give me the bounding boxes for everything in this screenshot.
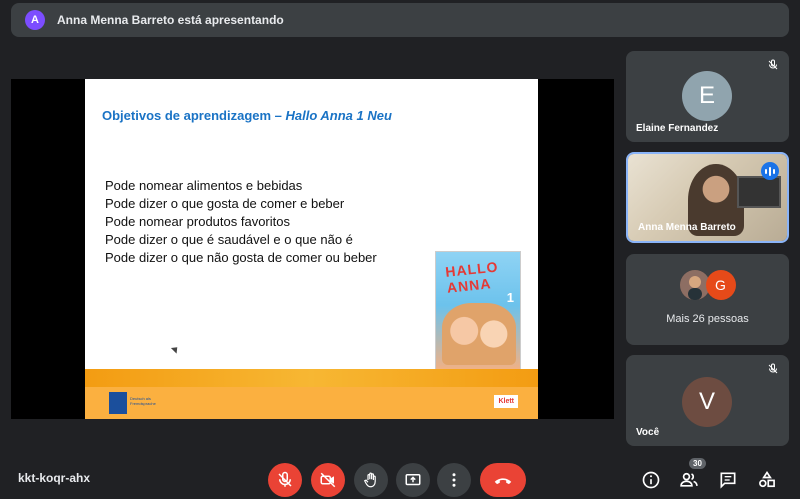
present-screen-button[interactable] <box>396 463 430 497</box>
mic-toggle-button[interactable] <box>268 463 302 497</box>
slide-footer: Deutsch als Fremdsprache Klett <box>85 387 538 419</box>
camera-off-icon <box>320 472 336 488</box>
more-avatars: G <box>679 270 736 300</box>
presenting-banner: A Anna Menna Barreto está apresentando <box>11 3 789 37</box>
participant-name: Você <box>636 427 660 438</box>
book-cover-photo <box>442 303 516 365</box>
mic-off-icon <box>768 363 778 374</box>
people-button[interactable] <box>678 469 700 491</box>
slide-title: Objetivos de aprendizagem – Hallo Anna 1… <box>102 108 392 123</box>
slide-title-italic: Hallo Anna 1 Neu <box>285 108 392 123</box>
meeting-code: kkt-koqr-ahx <box>18 471 91 485</box>
footer-logo: Deutsch als Fremdsprache <box>109 392 163 414</box>
camera-toggle-button[interactable] <box>311 463 345 497</box>
raise-hand-icon <box>363 472 376 488</box>
book-cover-image: HALLO ANNA 1 <box>435 251 521 372</box>
chat-button[interactable] <box>717 469 739 491</box>
raise-hand-button[interactable] <box>354 463 388 497</box>
list-item: Pode nomear produtos favoritos <box>105 214 290 229</box>
avatar: V <box>682 377 732 427</box>
people-icon <box>680 472 698 487</box>
more-people-label: Mais 26 pessoas <box>666 313 749 325</box>
avatar: E <box>682 71 732 121</box>
people-count-badge: 30 <box>689 458 706 469</box>
publisher-logo: Klett <box>494 395 518 408</box>
participant-tile-anna[interactable]: Anna Menna Barreto <box>626 152 789 243</box>
participant-name: Elaine Fernandez <box>636 123 719 134</box>
more-vert-icon <box>452 473 456 487</box>
slide-orange-stripe <box>85 369 538 387</box>
shared-slide: Objetivos de aprendizagem – Hallo Anna 1… <box>85 79 538 419</box>
list-item: Pode dizer o que não gosta de comer ou b… <box>105 250 377 265</box>
activities-icon <box>759 470 775 488</box>
mouse-cursor-icon <box>170 344 181 354</box>
video-background-screen <box>737 176 781 208</box>
participant-tile-more[interactable]: G Mais 26 pessoas <box>626 254 789 345</box>
present-screen-icon <box>405 474 421 486</box>
list-item: Pode dizer o que é saudável e o que não … <box>105 232 353 247</box>
mic-off-icon <box>768 59 778 70</box>
activities-button[interactable] <box>756 469 778 491</box>
mic-off-icon <box>278 471 292 487</box>
more-options-button[interactable] <box>437 463 471 497</box>
participant-name: Anna Menna Barreto <box>638 222 736 233</box>
leave-call-button[interactable] <box>480 463 526 497</box>
speaking-indicator-icon <box>761 162 779 180</box>
participant-tile-elaine[interactable]: E Elaine Fernandez <box>626 51 789 142</box>
meeting-details-button[interactable] <box>640 469 662 491</box>
participant-tile-self[interactable]: V Você <box>626 355 789 446</box>
presentation-stage[interactable]: Objetivos de aprendizagem – Hallo Anna 1… <box>11 79 614 419</box>
chat-icon <box>720 472 736 489</box>
avatar: G <box>705 270 736 300</box>
list-item: Pode dizer o que gosta de comer e beber <box>105 196 345 211</box>
call-end-icon <box>494 478 512 485</box>
presenting-text: Anna Menna Barreto está apresentando <box>57 13 284 27</box>
info-icon <box>642 471 660 489</box>
book-cover-number: 1 <box>506 290 514 305</box>
presenter-avatar: A <box>25 10 45 30</box>
list-item: Pode nomear alimentos e bebidas <box>105 178 303 193</box>
slide-objectives-list: Pode nomear alimentos e bebidas Pode diz… <box>105 177 377 267</box>
